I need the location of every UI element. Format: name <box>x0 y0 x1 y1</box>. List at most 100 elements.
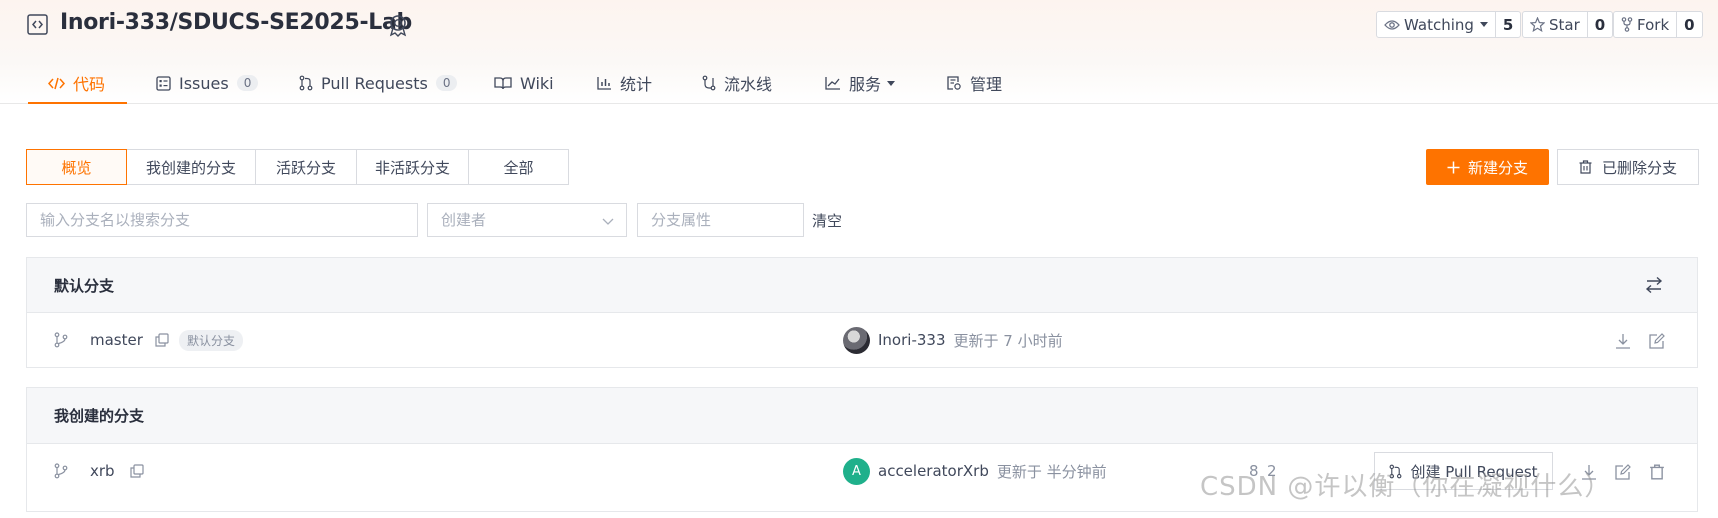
new-branch-label: 新建分支 <box>1467 158 1528 177</box>
code-repo-icon <box>27 14 48 35</box>
default-branch-tag: 默认分支 <box>179 329 244 351</box>
copy-icon-cell <box>130 444 144 498</box>
plus-icon <box>1447 161 1460 173</box>
star-count[interactable]: 0 <box>1586 12 1612 37</box>
code-icon <box>48 77 65 89</box>
branch-icon-cell <box>54 313 68 367</box>
copy-icon[interactable] <box>130 464 144 478</box>
creator-field[interactable] <box>441 211 613 229</box>
download-icon[interactable] <box>1581 464 1597 480</box>
author-cell: A acceleratorXrb 更新于 半分钟前 <box>843 444 1107 498</box>
behind-count: 8 <box>1249 462 1259 480</box>
branch-icon <box>54 463 68 479</box>
new-branch-button[interactable]: 新建分支 <box>1426 149 1549 185</box>
branch-attr-select[interactable] <box>637 203 804 237</box>
filter-inactive-branches[interactable]: 非活跃分支 <box>356 149 469 185</box>
updated-time: 更新于 半分钟前 <box>996 462 1107 481</box>
copy-icon[interactable] <box>155 333 169 347</box>
fork-icon <box>1621 17 1633 32</box>
award-badge-icon[interactable] <box>386 13 410 37</box>
branch-name[interactable]: master <box>90 313 143 367</box>
tab-code-label: 代码 <box>73 75 106 94</box>
creator-select[interactable] <box>427 203 627 237</box>
branch-icon-cell <box>54 444 68 498</box>
tab-pipeline[interactable]: 流水线 <box>702 62 772 104</box>
tab-issues-label: Issues <box>179 73 229 93</box>
default-branch-heading: 默认分支 <box>27 258 1697 313</box>
edit-icon[interactable] <box>1615 464 1631 480</box>
clear-filters-link[interactable]: 清空 <box>812 210 842 231</box>
branch-filter-segments: 概览 我创建的分支 活跃分支 非活跃分支 全部 <box>26 149 569 185</box>
tab-issues[interactable]: Issues 0 <box>156 62 259 104</box>
tab-manage-label: 管理 <box>970 75 1003 94</box>
eye-icon <box>1384 19 1400 30</box>
star-label: Star <box>1549 15 1580 34</box>
caret-down-icon <box>887 80 896 86</box>
author-name[interactable]: Inori-333 <box>878 331 946 349</box>
tab-services[interactable]: 服务 <box>825 62 896 104</box>
star-group: Star 0 <box>1522 11 1614 38</box>
star-button[interactable]: Star <box>1523 12 1587 37</box>
deleted-branches-button[interactable]: 已删除分支 <box>1557 149 1699 185</box>
fork-button[interactable]: Fork <box>1614 12 1676 37</box>
star-icon <box>1530 17 1545 32</box>
table-row: master 默认分支 Inori-333 更新于 7 小时前 <box>27 313 1697 367</box>
repo-header: Inori-333/SDUCS-SE2025-Lab Watching 5 St… <box>0 0 1718 104</box>
ahead-count: 2 <box>1267 462 1277 480</box>
table-row: xrb A acceleratorXrb 更新于 半分钟前 8 2 创建 Pul… <box>27 444 1697 498</box>
fork-count[interactable]: 0 <box>1676 12 1701 37</box>
pull-requests-count-badge: 0 <box>435 75 458 91</box>
create-pull-request-label: 创建 Pull Request <box>1410 462 1538 481</box>
tab-pull-requests-label: Pull Requests <box>321 73 428 93</box>
repo-title[interactable]: Inori-333/SDUCS-SE2025-Lab <box>60 10 412 35</box>
watching-button[interactable]: Watching <box>1377 12 1495 37</box>
tab-manage[interactable]: 管理 <box>946 62 1002 104</box>
branch-name[interactable]: xrb <box>90 444 115 498</box>
branch-search-input[interactable] <box>26 203 418 237</box>
avatar[interactable]: A <box>843 457 870 485</box>
tab-wiki-label: Wiki <box>520 73 554 93</box>
filter-my-branches[interactable]: 我创建的分支 <box>126 149 256 185</box>
download-icon[interactable] <box>1615 333 1631 349</box>
fork-group: Fork 0 <box>1613 11 1703 38</box>
create-pull-request-button[interactable]: 创建 Pull Request <box>1374 452 1553 490</box>
pipeline-icon <box>702 75 716 91</box>
my-branches-panel: 我创建的分支 xrb A acceleratorXrb 更新于 半分钟前 8 2 <box>26 387 1698 512</box>
filter-overview[interactable]: 概览 <box>26 149 127 185</box>
tab-code[interactable]: 代码 <box>27 62 128 104</box>
pull-request-icon <box>1390 464 1402 478</box>
pull-request-icon <box>299 75 313 91</box>
watching-label: Watching <box>1404 15 1474 34</box>
trash-icon[interactable] <box>1649 464 1665 480</box>
watching-group: Watching 5 <box>1376 11 1522 38</box>
deleted-branches-label: 已删除分支 <box>1601 158 1677 177</box>
edit-icon[interactable] <box>1649 333 1665 349</box>
branch-search-field[interactable] <box>40 211 404 229</box>
branch-attr-field[interactable] <box>651 211 790 229</box>
tab-stats[interactable]: 统计 <box>597 62 652 104</box>
switch-arrows-icon[interactable] <box>1645 276 1663 294</box>
chevron-down-icon <box>602 218 614 225</box>
fork-label: Fork <box>1637 15 1670 34</box>
watching-count[interactable]: 5 <box>1494 12 1520 37</box>
branch-icon <box>54 332 68 348</box>
my-branches-title: 我创建的分支 <box>54 407 145 425</box>
filter-all[interactable]: 全部 <box>468 149 569 185</box>
author-name[interactable]: acceleratorXrb <box>878 462 989 480</box>
trash-icon <box>1579 160 1592 174</box>
default-tag-cell: 默认分支 <box>179 313 244 367</box>
tab-stats-label: 统计 <box>620 75 653 94</box>
default-branch-title: 默认分支 <box>54 276 115 295</box>
tab-wiki[interactable]: Wiki <box>494 62 554 104</box>
filter-active-branches[interactable]: 活跃分支 <box>255 149 357 185</box>
avatar[interactable] <box>843 326 870 354</box>
tab-pipeline-label: 流水线 <box>724 75 773 94</box>
caret-down-icon <box>1479 22 1488 27</box>
trend-chart-icon <box>825 77 840 90</box>
my-branches-heading: 我创建的分支 <box>27 388 1697 444</box>
author-cell: Inori-333 更新于 7 小时前 <box>843 313 1063 367</box>
issues-icon <box>156 75 171 91</box>
bar-chart-icon <box>597 77 611 90</box>
tab-pull-requests[interactable]: Pull Requests 0 <box>299 62 458 104</box>
tab-services-label: 服务 <box>849 75 882 94</box>
